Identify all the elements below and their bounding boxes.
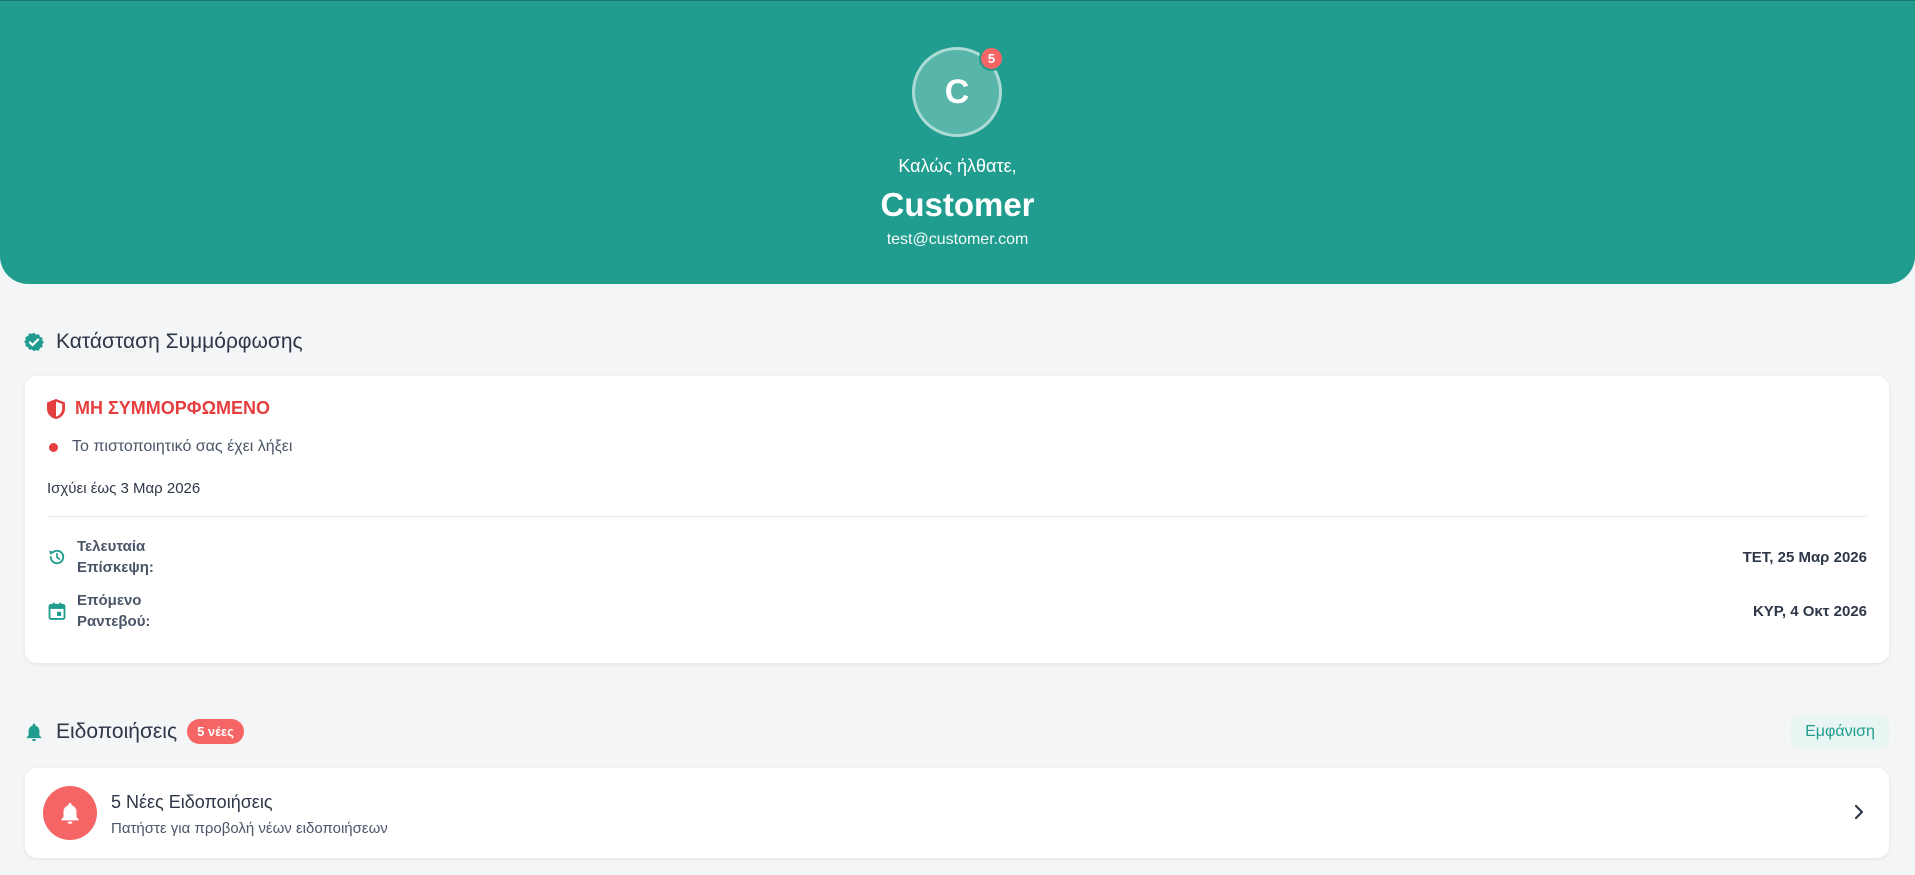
verified-badge-icon — [24, 332, 44, 352]
history-icon — [49, 549, 65, 565]
next-appointment-label: Επόμενο Ραντεβού: — [77, 592, 151, 630]
new-notifications-badge: 5 νέες — [187, 719, 244, 744]
profile-header: C 5 Καλώς ήλθατε, Customer test@customer… — [0, 0, 1915, 284]
certificate-expired-text: Το πιστοποιητικό σας έχει λήξει — [72, 438, 293, 455]
notifications-title: Ειδοποιήσεις — [56, 719, 178, 743]
compliance-section-title: Κατάσταση Συμμόρφωσης — [24, 330, 303, 354]
last-visit-row: Τελευταία Επίσκεψη: ΤΕΤ, 25 Μαρ 2026 — [47, 536, 1867, 578]
divider — [47, 516, 1867, 517]
notification-item-title: 5 Νέες Ειδοποιήσεις — [111, 792, 273, 812]
compliance-card: ΜΗ ΣΥΜΜΟΡΦΩΜΕΝΟ Το πιστοποιητικό σας έχε… — [25, 376, 1889, 663]
shield-icon — [47, 398, 65, 419]
notification-avatar — [43, 786, 97, 840]
bell-icon — [26, 723, 42, 741]
welcome-text: Καλώς ήλθατε, — [898, 156, 1017, 176]
compliance-status-label: ΜΗ ΣΥΜΜΟΡΦΩΜΕΝΟ — [75, 398, 271, 418]
next-appointment-row: Επόμενο Ραντεβού: ΚΥΡ, 4 Οκτ 2026 — [47, 590, 1867, 632]
notification-item-subtitle: Πατήστε για προβολή νέων ειδοποιήσεων — [111, 820, 388, 837]
compliance-status: ΜΗ ΣΥΜΜΟΡΦΩΜΕΝΟ — [47, 398, 270, 419]
bell-icon — [61, 803, 79, 824]
user-email: test@customer.com — [886, 231, 1029, 248]
avatar-initial: C — [944, 72, 970, 111]
valid-until: Ισχύει έως 3 Μαρ 2026 — [47, 480, 201, 497]
user-name: Customer — [880, 186, 1035, 223]
last-visit-value: ΤΕΤ, 25 Μαρ 2026 — [1742, 548, 1867, 566]
show-notifications-button[interactable]: Εμφάνιση — [1791, 716, 1889, 748]
compliance-title: Κατάσταση Συμμόρφωσης — [56, 330, 303, 353]
notifications-section-title: Ειδοποιήσεις 5 νέες — [24, 719, 244, 744]
chevron-right-icon[interactable] — [1853, 802, 1865, 822]
status-dot — [49, 442, 58, 452]
next-appointment-value: ΚΥΡ, 4 Οκτ 2026 — [1752, 602, 1867, 620]
calendar-icon — [48, 602, 66, 620]
certificate-expired-note: Το πιστοποιητικό σας έχει λήξει — [47, 438, 292, 456]
avatar-notification-badge: 5 — [979, 46, 1004, 71]
notification-item[interactable]: 5 Νέες Ειδοποιήσεις Πατήστε για προβολή … — [25, 768, 1889, 858]
last-visit-label: Τελευταία Επίσκεψη: — [77, 538, 154, 576]
